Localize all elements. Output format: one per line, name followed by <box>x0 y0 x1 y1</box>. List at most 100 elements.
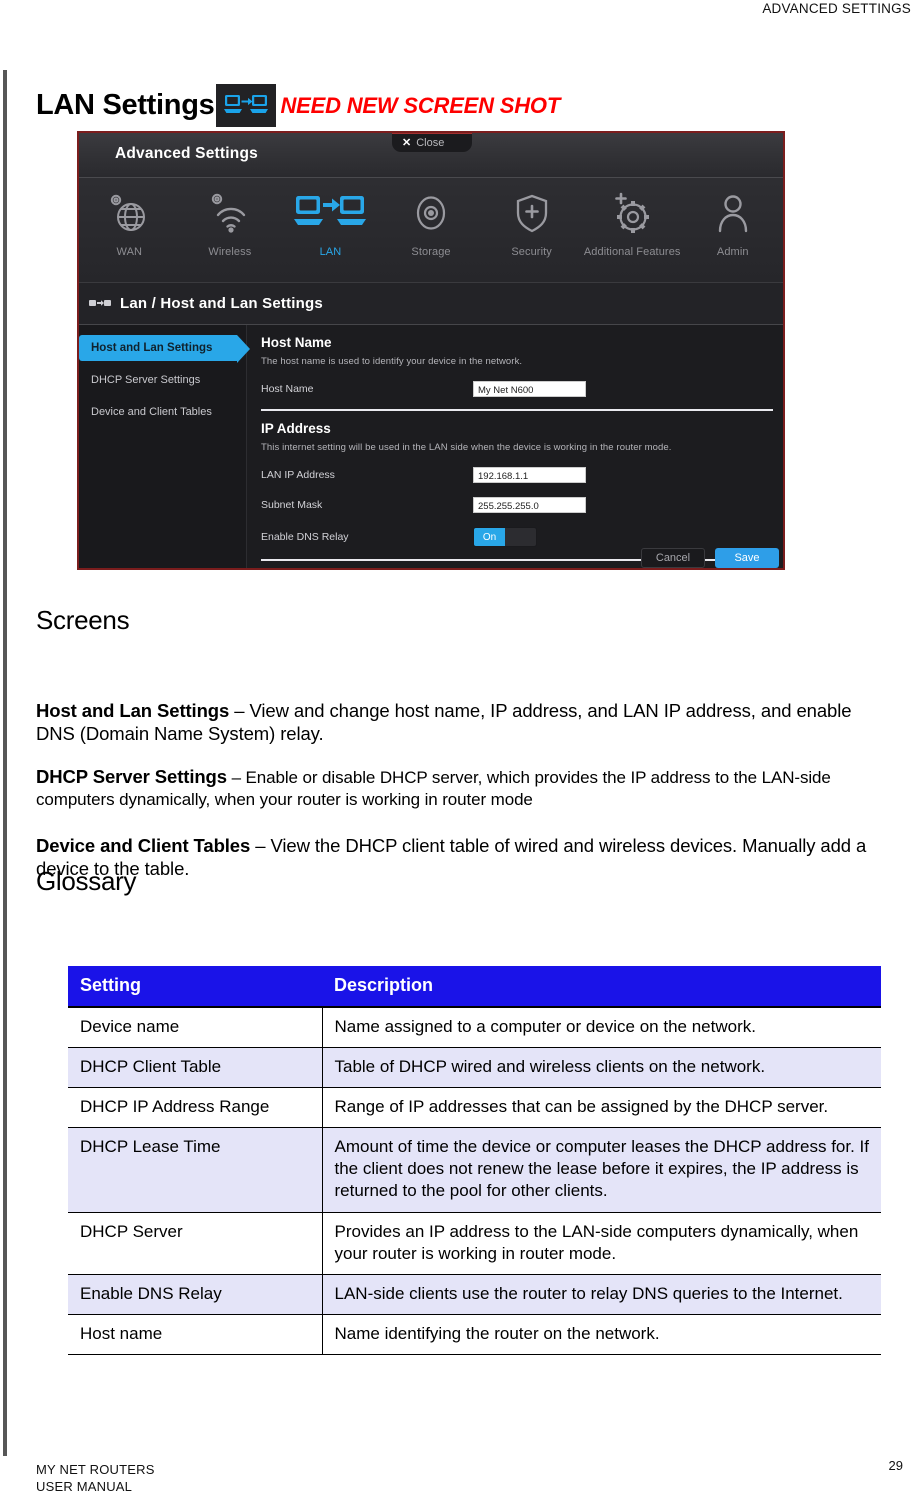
breadcrumb: Lan / Host and Lan Settings <box>79 283 783 325</box>
subnet-mask-input[interactable]: 255.255.255.0 <box>473 497 586 513</box>
cell-description: Name assigned to a computer or device on… <box>322 1006 881 1048</box>
screenshot-titlebar: Advanced Settings ✕ Close <box>79 133 783 178</box>
footer-line-2: USER MANUAL <box>36 1479 133 1495</box>
cell-setting: Device name <box>68 1006 323 1048</box>
column-header-description: Description <box>322 966 881 1008</box>
screens-term-device-and-client-tables: Device and Client Tables <box>36 834 251 856</box>
disc-icon <box>407 187 455 239</box>
lan-ip-address-input[interactable]: 192.168.1.1 <box>473 467 586 483</box>
field-row-lan-ip-address: LAN IP Address 192.168.1.1 <box>261 467 773 483</box>
table-row: DHCP IP Address Range Range of IP addres… <box>68 1087 881 1128</box>
title-annotation: NEED NEW SCREEN SHOT <box>280 92 561 118</box>
person-icon <box>709 187 757 239</box>
cell-setting: DHCP Client Table <box>68 1047 323 1088</box>
nav-item-wan[interactable]: WAN <box>79 178 180 258</box>
glossary-table: Setting Description Device name Name ass… <box>68 966 881 1355</box>
screens-item-host-and-lan-settings: Host and Lan Settings – View and change … <box>36 699 886 746</box>
page-title: LAN Settings NEED NEW SCREEN SHOT <box>36 84 560 127</box>
table-row: Device name Name assigned to a computer … <box>68 1006 881 1048</box>
shield-plus-icon <box>508 187 556 239</box>
section-description-host-name: The host name is used to identify your d… <box>261 356 523 367</box>
lan-small-icon <box>89 298 111 310</box>
screens-term-dhcp-server-settings: DHCP Server Settings <box>36 766 227 787</box>
table-row: DHCP Lease Time Amount of time the devic… <box>68 1127 881 1213</box>
nav-item-additional-features[interactable]: Additional Features <box>582 178 683 258</box>
field-label-subnet-mask: Subnet Mask <box>261 499 323 511</box>
lan-two-computers-arrow-icon <box>216 84 277 127</box>
table-row: Enable DNS Relay LAN-side clients use th… <box>68 1273 881 1315</box>
gear-plus-icon <box>606 187 658 239</box>
globe-gear-icon <box>105 187 153 239</box>
toggle-off-label <box>505 528 536 546</box>
cell-description: Amount of time the device or computer le… <box>322 1127 881 1213</box>
cell-setting: Enable DNS Relay <box>68 1273 323 1315</box>
nav-label-additional-security: Security <box>511 246 552 258</box>
nav-item-wireless[interactable]: Wireless <box>180 178 281 258</box>
page-title-text: LAN Settings <box>36 89 215 121</box>
cell-setting: DHCP IP Address Range <box>68 1087 323 1128</box>
field-label-lan-ip-address: LAN IP Address <box>261 469 335 481</box>
heading-glossary: Glossary <box>36 866 137 896</box>
screenshot-button-bar: Cancel Save <box>247 548 783 568</box>
screenshot-side-nav: Host and Lan Settings DHCP Server Settin… <box>79 325 250 568</box>
cell-description: Provides an IP address to the LAN-side c… <box>322 1211 881 1275</box>
wifi-gear-icon <box>206 187 254 239</box>
toggle-on-label: On <box>474 528 505 546</box>
screens-term-host-and-lan-settings: Host and Lan Settings <box>36 699 230 721</box>
footer: MY NET ROUTERS USER MANUAL <box>36 1461 155 1496</box>
field-label-host-name: Host Name <box>261 383 314 395</box>
field-row-enable-dns-relay: Enable DNS Relay On <box>261 527 773 547</box>
screenshot-nav: WAN Wireless LAN Storage Security Additi… <box>79 178 783 283</box>
close-button[interactable]: ✕ Close <box>392 133 472 152</box>
nav-label-lan: LAN <box>319 246 342 258</box>
nav-item-storage[interactable]: Storage <box>381 178 482 258</box>
lan-two-computers-arrow-icon <box>294 187 367 239</box>
divider-1 <box>261 409 773 411</box>
table-row: DHCP Server Provides an IP address to th… <box>68 1211 881 1275</box>
nav-item-lan[interactable]: LAN <box>280 178 381 258</box>
nav-label-additional-features: Additional Features <box>583 246 681 258</box>
side-nav-item-host-and-lan-settings[interactable]: Host and Lan Settings <box>79 335 250 363</box>
table-header-row: Setting Description <box>68 966 881 1008</box>
side-nav-item-dhcp-server-settings[interactable]: DHCP Server Settings <box>79 367 246 393</box>
section-description-ip-address: This internet setting will be used in th… <box>261 442 672 453</box>
cell-description: Range of IP addresses that can be assign… <box>322 1087 881 1128</box>
manual-page: ADVANCED SETTINGS LAN Settings NEED NEW … <box>0 0 913 1504</box>
screenshot-settings-pane: Host Name The host name is used to ident… <box>247 325 783 568</box>
field-row-subnet-mask: Subnet Mask 255.255.255.0 <box>261 497 773 513</box>
nav-label-admin: Admin <box>716 246 749 258</box>
screens-item-dhcp-server-settings: DHCP Server Settings – Enable or disable… <box>36 765 886 810</box>
table-row: DHCP Client Table Table of DHCP wired an… <box>68 1047 881 1088</box>
enable-dns-relay-toggle[interactable]: On <box>473 527 537 547</box>
footer-line-1: MY NET ROUTERS <box>36 1461 155 1477</box>
save-button[interactable]: Save <box>715 548 779 568</box>
section-heading-host-name: Host Name <box>261 335 332 350</box>
change-bar <box>3 70 7 1456</box>
nav-item-security[interactable]: Security <box>481 178 582 258</box>
screens-item-device-and-client-tables: Device and Client Tables – View the DHCP… <box>36 834 886 881</box>
cell-setting: DHCP Lease Time <box>68 1127 323 1213</box>
nav-label-storage: Storage <box>411 246 451 258</box>
side-nav-item-device-and-client-tables[interactable]: Device and Client Tables <box>79 399 246 425</box>
host-name-input[interactable]: My Net N600 <box>473 381 586 397</box>
cell-description: Table of DHCP wired and wireless clients… <box>322 1047 881 1088</box>
field-row-host-name: Host Name My Net N600 <box>261 381 773 397</box>
running-header: ADVANCED SETTINGS <box>762 1 911 16</box>
nav-label-wireless: Wireless <box>208 246 252 258</box>
cell-setting: Host name <box>68 1313 323 1355</box>
section-heading-ip-address: IP Address <box>261 421 331 436</box>
nav-item-admin[interactable]: Admin <box>682 178 783 258</box>
close-x-icon: ✕ <box>402 136 412 149</box>
field-label-enable-dns-relay: Enable DNS Relay <box>261 531 349 543</box>
cell-setting: DHCP Server <box>68 1211 323 1275</box>
nav-label-wan: WAN <box>116 246 143 258</box>
column-header-setting: Setting <box>68 966 322 1008</box>
heading-screens: Screens <box>36 605 130 635</box>
table-row: Host name Name identifying the router on… <box>68 1313 881 1355</box>
cancel-button[interactable]: Cancel <box>641 548 705 568</box>
breadcrumb-text: Lan / Host and Lan Settings <box>120 295 323 312</box>
cell-description: LAN-side clients use the router to relay… <box>322 1273 881 1315</box>
page-number: 29 <box>888 1458 903 1473</box>
screenshot-window-title: Advanced Settings <box>115 145 258 162</box>
router-ui-screenshot: Advanced Settings ✕ Close WAN Wireless L… <box>77 131 785 570</box>
